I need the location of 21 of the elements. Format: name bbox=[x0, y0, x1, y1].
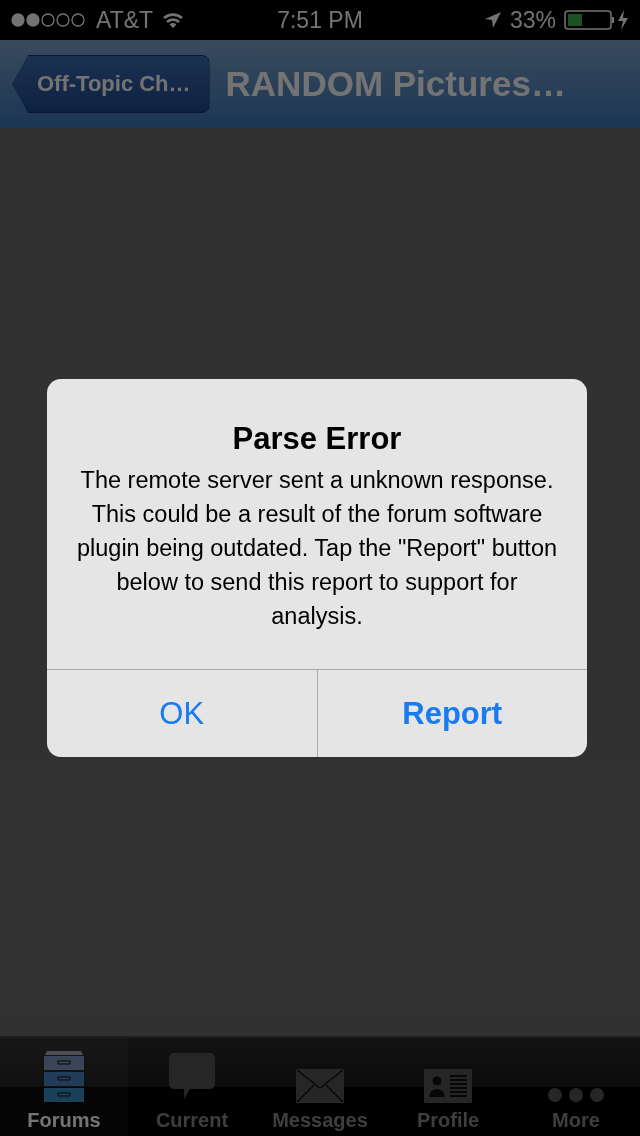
more-dots-icon bbox=[547, 1087, 605, 1103]
alert-button[interactable]: Report bbox=[316, 670, 587, 757]
clock-label: 7:51 PM bbox=[277, 6, 363, 34]
battery-label: 33% bbox=[509, 6, 556, 34]
contact-card-icon bbox=[424, 1069, 472, 1103]
carrier-label: AT&T bbox=[96, 6, 154, 34]
location-icon bbox=[483, 11, 502, 29]
file-cabinet-icon bbox=[43, 1051, 85, 1103]
alert-button[interactable]: OK bbox=[47, 670, 317, 757]
navigation-title: RANDOM Pictures… bbox=[225, 64, 566, 104]
signal-icon bbox=[10, 12, 88, 28]
battery-charging-icon bbox=[564, 9, 630, 31]
tab-item[interactable]: More bbox=[512, 1038, 640, 1136]
back-button[interactable]: Off-Topic Ch… bbox=[12, 55, 210, 113]
wifi-icon bbox=[161, 11, 186, 29]
tab-item[interactable]: Profile bbox=[384, 1038, 512, 1136]
tab-item[interactable]: Messages bbox=[256, 1038, 384, 1136]
envelope-icon bbox=[296, 1069, 344, 1103]
alert-title: Parse Error bbox=[231, 421, 403, 457]
alert-message: The remote server sent a unknown response. This could be a result of the forum software plugin being outdated. Tap the "Report" button below to send this report to support for analysis. bbox=[75, 466, 559, 631]
tab-item[interactable]: Current bbox=[128, 1038, 256, 1136]
